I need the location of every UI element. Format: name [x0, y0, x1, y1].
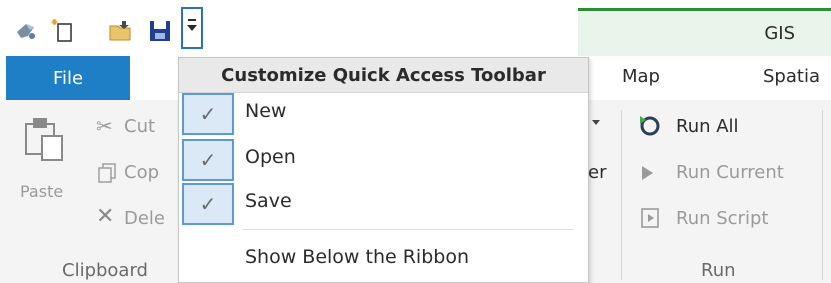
delete-icon: ✕ [96, 204, 115, 229]
tab-map[interactable]: Map [622, 66, 660, 87]
delete-button[interactable]: Dele [124, 208, 165, 229]
save-disk-icon[interactable] [147, 18, 173, 44]
menu-item-open[interactable]: ✓ Open [179, 138, 588, 182]
run-script-button[interactable]: Run Script [676, 208, 768, 229]
customize-qat-menu: Customize Quick Access Toolbar ✓ New ✓ O… [178, 57, 589, 283]
menu-header: Customize Quick Access Toolbar [179, 58, 588, 93]
customize-dropdown-icon[interactable] [181, 7, 203, 49]
new-file-icon[interactable] [50, 18, 76, 44]
copy-button[interactable]: Cop [124, 162, 159, 183]
tab-file[interactable]: File [6, 56, 130, 100]
menu-item-label: New [245, 100, 287, 122]
open-folder-icon[interactable] [108, 18, 134, 44]
tab-spatial[interactable]: Spatia [763, 66, 820, 87]
script-icon [638, 206, 662, 234]
menu-item-show-below-ribbon[interactable]: Show Below the Ribbon [179, 238, 588, 282]
group-separator [621, 110, 622, 280]
checkmark-icon: ✓ [182, 139, 234, 181]
run-all-button[interactable]: Run All [676, 116, 739, 137]
paste-icon[interactable] [20, 112, 68, 168]
truncated-label: er [588, 162, 607, 183]
checkmark-icon: ✓ [182, 93, 234, 135]
menu-separator [243, 229, 573, 230]
menu-item-save[interactable]: ✓ Save [179, 182, 588, 226]
run-current-button[interactable]: Run Current [676, 162, 784, 183]
clipboard-group-label: Clipboard [62, 260, 148, 281]
menu-item-label: Save [245, 190, 292, 212]
group-separator [822, 110, 823, 280]
copy-icon [96, 162, 118, 188]
menu-item-new[interactable]: ✓ New [179, 92, 588, 136]
gis-contextual-band: GIS [578, 11, 831, 56]
run-all-icon [636, 112, 664, 144]
checkmark-icon: ✓ [182, 183, 234, 225]
scissors-icon: ✂ [96, 114, 113, 138]
paste-button[interactable]: Paste [20, 182, 63, 201]
cut-button[interactable]: Cut [124, 116, 155, 137]
dropdown-arrow-icon[interactable] [592, 120, 600, 125]
menu-item-label: Show Below the Ribbon [245, 246, 470, 268]
run-group-label: Run [701, 260, 736, 281]
gis-contextual-tab[interactable]: GIS [764, 23, 795, 44]
menu-item-label: Open [245, 146, 296, 168]
play-icon [642, 166, 653, 180]
app-icon[interactable] [14, 18, 40, 44]
